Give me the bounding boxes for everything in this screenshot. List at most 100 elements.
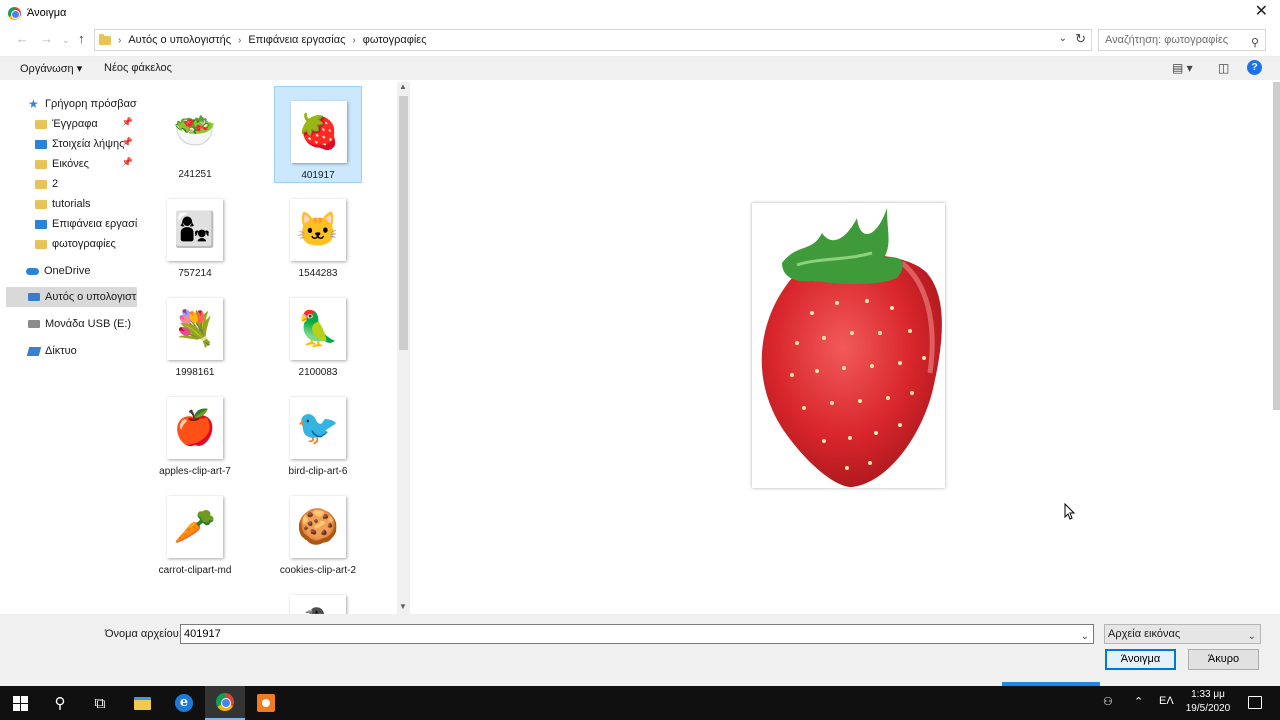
sidebar-item-desktop[interactable]: Επιφάνεια εργασίας: [6, 214, 137, 234]
file-name: 1544283: [298, 268, 338, 279]
breadcrumb-desktop[interactable]: Επιφάνεια εργασίας: [248, 34, 345, 46]
sidebar-item-label: Επιφάνεια εργασίας: [52, 218, 137, 230]
window-scrollbar[interactable]: [1273, 82, 1280, 410]
cat-thumbnail-icon: 🐱: [290, 199, 346, 261]
mothers-day-thumbnail-icon: 💐: [167, 298, 223, 360]
chevron-right-icon[interactable]: ›: [352, 35, 355, 46]
navigation-pane: ★ Γρήγορη πρόσβαση Έγγραφα 📌 Στοιχεία λή…: [6, 82, 137, 614]
sidebar-item-downloads[interactable]: Στοιχεία λήψης 📌: [6, 134, 137, 154]
up-arrow-icon[interactable]: ↑: [78, 31, 85, 46]
file-explorer-button[interactable]: [122, 686, 162, 720]
folder-icon: [35, 239, 47, 249]
people-icon[interactable]: ⚇: [1103, 695, 1113, 708]
chrome-button[interactable]: [205, 686, 245, 720]
new-folder-button[interactable]: Νέος φάκελος: [104, 62, 172, 74]
file-item[interactable]: 🦜 2100083: [274, 284, 362, 381]
file-item[interactable]: 🍪 cookies-clip-art-2: [274, 482, 362, 579]
sidebar-item-this-pc[interactable]: Αυτός ο υπολογιστής: [6, 287, 137, 307]
filename-input[interactable]: 401917 ⌄: [180, 624, 1094, 644]
search-input[interactable]: Αναζήτηση: φωτογραφίες ⚲: [1098, 29, 1266, 51]
folder-icon: [35, 179, 47, 189]
file-item-selected[interactable]: 🍓 401917: [274, 86, 362, 183]
sidebar-item-label: Στοιχεία λήψης: [52, 138, 125, 150]
cancel-button[interactable]: Άκυρο: [1188, 649, 1259, 670]
system-clock[interactable]: 1:33 μμ 19/5/2020: [1180, 688, 1236, 716]
file-name: cookies-clip-art-2: [279, 565, 357, 576]
filename-label: Όνομα αρχείου:: [105, 628, 182, 640]
filetype-select[interactable]: Αρχεία εικόνας ⌄: [1104, 624, 1261, 644]
forward-arrow-icon[interactable]: →: [40, 31, 53, 46]
file-item[interactable]: 🍎 apples-clip-art-7: [151, 383, 239, 480]
strawberry-thumbnail-icon: 🍓: [291, 101, 347, 163]
pin-icon[interactable]: 📌: [122, 157, 133, 168]
pin-icon[interactable]: 📌: [122, 117, 133, 128]
language-indicator[interactable]: ΕΛ: [1159, 695, 1174, 707]
recent-dropdown-icon[interactable]: ⌄: [62, 35, 70, 46]
sidebar-item-label: φωτογραφίες: [52, 238, 116, 250]
documents-icon: [35, 119, 47, 129]
cookie-thumbnail-icon: 🍪: [290, 496, 346, 558]
file-item[interactable]: 🥕 carrot-clipart-md: [151, 482, 239, 579]
help-icon[interactable]: ?: [1247, 60, 1262, 75]
scroll-up-icon[interactable]: ▲: [399, 82, 407, 91]
preview-pane-icon[interactable]: ◫: [1218, 61, 1229, 75]
sidebar-item-usb[interactable]: Μονάδα USB (E:): [6, 314, 137, 334]
chrome-app-icon: [8, 6, 21, 20]
notifications-icon[interactable]: [1248, 696, 1262, 709]
close-icon[interactable]: ✕: [1255, 4, 1268, 20]
file-item[interactable]: 🐧: [274, 581, 362, 614]
edge-icon: e: [175, 694, 193, 712]
sidebar-item-documents[interactable]: Έγγραφα 📌: [6, 114, 137, 134]
sidebar-item-label: OneDrive: [44, 265, 91, 277]
sidebar-item-quick-access[interactable]: ★ Γρήγορη πρόσβαση: [6, 94, 137, 114]
breadcrumb-this-pc[interactable]: Αυτός ο υπολογιστής: [128, 34, 231, 46]
file-name: 1998161: [175, 367, 215, 378]
file-item[interactable]: 💐 1998161: [151, 284, 239, 381]
file-item[interactable]: 👩‍👧 757214: [151, 185, 239, 282]
task-view-button[interactable]: ⧉: [80, 686, 120, 720]
start-button[interactable]: [0, 686, 40, 720]
search-icon[interactable]: ⚲: [1251, 33, 1259, 53]
usb-drive-icon: [28, 320, 40, 328]
refresh-icon[interactable]: ↻: [1075, 31, 1086, 47]
chevron-up-icon[interactable]: ⌃: [1134, 695, 1143, 708]
scrollbar-thumb[interactable]: [399, 96, 408, 350]
cloud-icon: [26, 267, 39, 275]
strawberry-illustration: [761, 208, 942, 488]
address-bar[interactable]: › Αυτός ο υπολογιστής › Επιφάνεια εργασί…: [94, 29, 1092, 51]
sidebar-item-onedrive[interactable]: OneDrive: [6, 261, 137, 281]
sidebar-item-label: tutorials: [52, 198, 91, 210]
view-options-icon[interactable]: ▤ ▾: [1172, 61, 1193, 75]
star-icon: ★: [28, 96, 39, 111]
recorder-button[interactable]: [246, 686, 286, 720]
scroll-down-icon[interactable]: ▼: [399, 602, 407, 611]
sidebar-item-folder-2[interactable]: 2: [6, 174, 137, 194]
sidebar-item-tutorials[interactable]: tutorials: [6, 194, 137, 214]
sidebar-item-pictures[interactable]: Εικόνες 📌: [6, 154, 137, 174]
file-list-scrollbar[interactable]: ▲ ▼: [397, 82, 410, 614]
chevron-down-icon[interactable]: ⌄: [1081, 628, 1089, 646]
pin-icon[interactable]: 📌: [122, 137, 133, 148]
window-title: Άνοιγμα: [27, 7, 67, 19]
mother-child-thumbnail-icon: 👩‍👧: [167, 199, 223, 261]
organize-button[interactable]: Οργάνωση ▾: [20, 62, 82, 75]
strawberry-preview-image: [752, 203, 945, 488]
breadcrumb-photos[interactable]: φωτογραφίες: [363, 34, 427, 46]
apple-thumbnail-icon: 🍎: [167, 397, 223, 459]
file-item[interactable]: 🐦 bird-clip-art-6: [274, 383, 362, 480]
file-item[interactable]: 🥗 241251: [151, 86, 239, 183]
search-taskbar-button[interactable]: ⚲: [40, 686, 80, 720]
title-bar: Άνοιγμα ✕: [0, 0, 1280, 26]
chevron-right-icon[interactable]: ›: [238, 35, 241, 46]
edge-button[interactable]: e: [164, 686, 204, 720]
file-item[interactable]: 🐱 1544283: [274, 185, 362, 282]
taskbar: ⚲ ⧉ e ⚇ ⌃ ΕΛ 1:33 μμ 19/5/2020: [0, 686, 1280, 720]
back-arrow-icon[interactable]: ←: [16, 31, 29, 46]
sidebar-item-network[interactable]: Δίκτυο: [6, 341, 137, 361]
chevron-down-icon[interactable]: ⌄: [1248, 628, 1256, 646]
sidebar-item-photos[interactable]: φωτογραφίες: [6, 234, 137, 254]
chevron-down-icon[interactable]: ⌄: [1059, 33, 1067, 44]
file-name: 757214: [178, 268, 212, 279]
open-button[interactable]: Άνοιγμα: [1105, 649, 1176, 670]
task-view-icon: ⧉: [94, 694, 106, 712]
